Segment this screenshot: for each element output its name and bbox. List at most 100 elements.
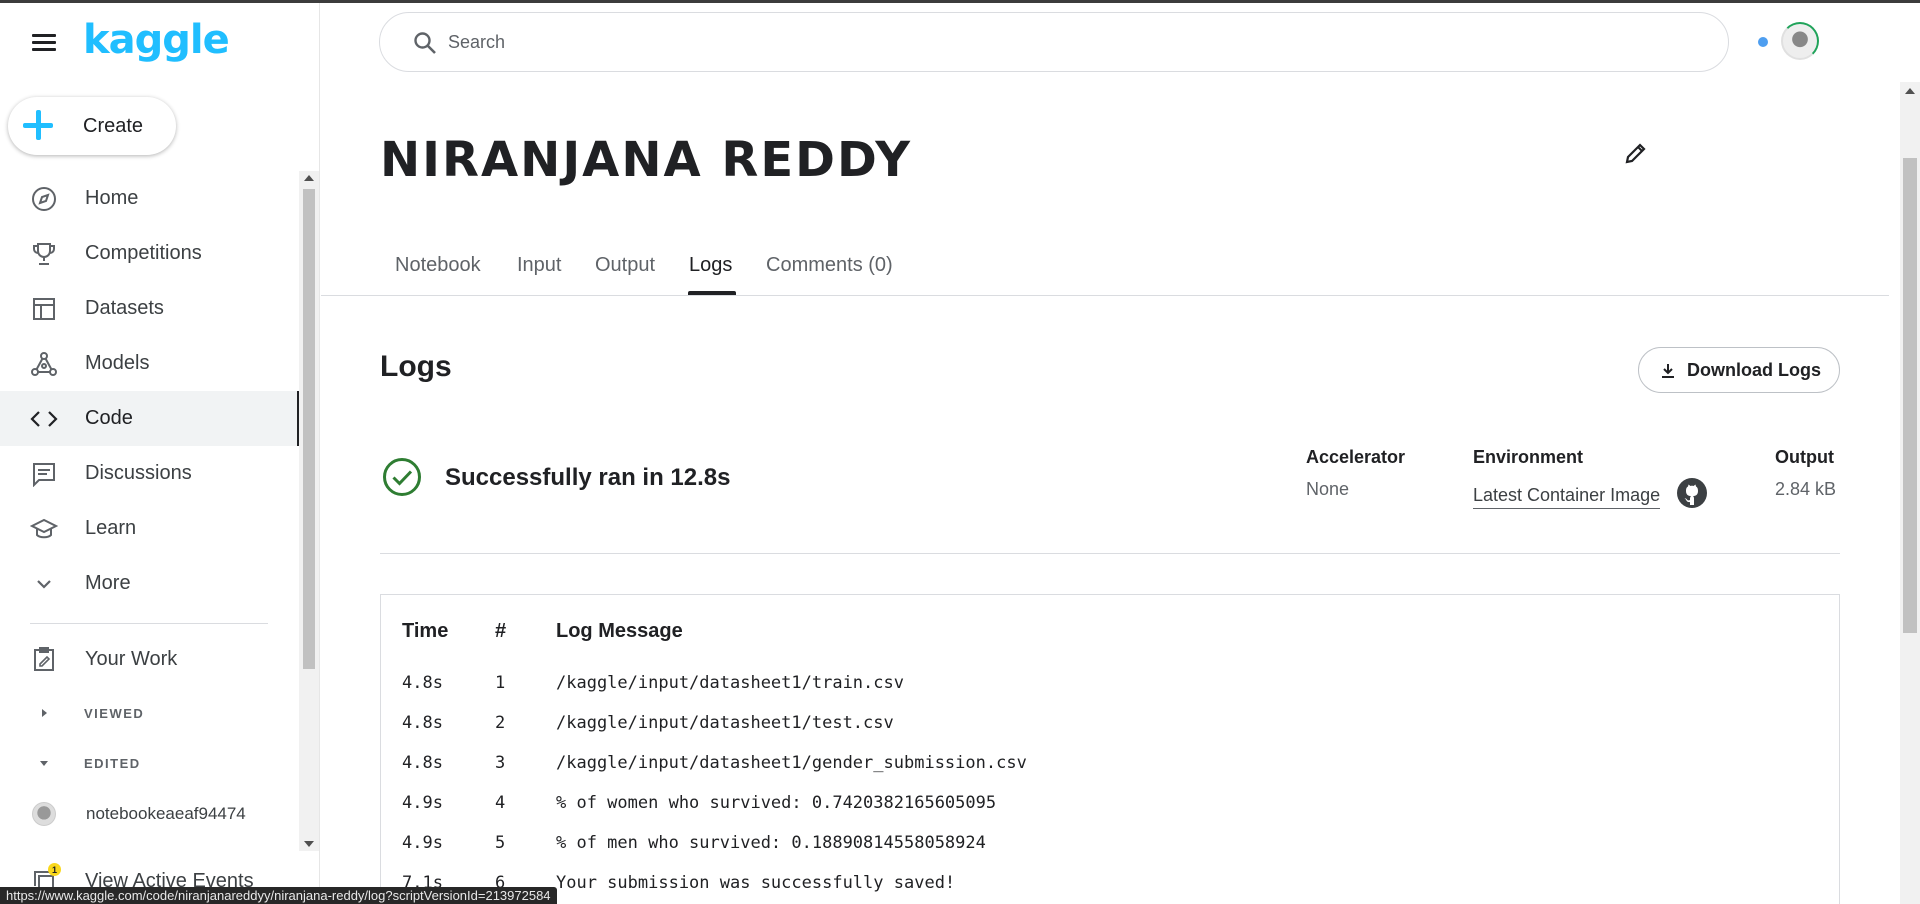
environment-link[interactable]: Latest Container Image — [1473, 485, 1661, 509]
sidebar-scrollbar[interactable] — [299, 171, 319, 851]
notification-dot — [1758, 37, 1768, 47]
table-row: 4.8s 3 /kaggle/input/datasheet1/gender_s… — [381, 753, 1839, 793]
log-time: 4.8s — [402, 673, 443, 693]
log-number: 3 — [495, 753, 506, 773]
tab-bar: Notebook Input Output Logs Comments (0) — [321, 248, 1889, 296]
log-number: 5 — [495, 833, 506, 853]
sidebar-section-edited[interactable]: EDITED — [0, 743, 300, 783]
sidebar-item-label: More — [85, 572, 131, 594]
scroll-down-arrow[interactable] — [304, 841, 314, 847]
sidebar-item-competitions[interactable]: Competitions — [0, 226, 300, 281]
sidebar-item-learn[interactable]: Learn — [0, 501, 300, 556]
sidebar: kaggle Create Home Competitions Datasets — [0, 3, 320, 904]
sidebar-section-viewed[interactable]: VIEWED — [0, 693, 300, 733]
column-header-number: # — [495, 620, 507, 642]
user-avatar[interactable] — [1781, 22, 1819, 60]
sidebar-edited-notebook[interactable]: notebookeaeaf94474 — [0, 794, 300, 834]
code-icon — [30, 405, 58, 433]
check-circle-icon — [382, 457, 422, 502]
table-row: 4.8s 1 /kaggle/input/datasheet1/train.cs… — [381, 673, 1839, 713]
table-row: 4.8s 2 /kaggle/input/datasheet1/test.csv — [381, 713, 1839, 753]
run-status: Successfully ran in 12.8s — [445, 464, 731, 491]
log-message: /kaggle/input/datasheet1/gender_submissi… — [556, 753, 1027, 773]
sidebar-item-models[interactable]: Models — [0, 336, 300, 391]
sidebar-item-label: Datasets — [85, 297, 164, 319]
caret-down-icon — [30, 749, 58, 777]
page-scrollbar[interactable] — [1900, 82, 1920, 904]
kaggle-logo[interactable]: kaggle — [83, 17, 230, 63]
log-number: 4 — [495, 793, 506, 813]
compass-icon — [30, 185, 58, 213]
clipboard-edit-icon — [30, 645, 58, 673]
create-label: Create — [83, 114, 144, 137]
events-badge: 1 — [48, 863, 61, 876]
scroll-thumb[interactable] — [1903, 158, 1917, 633]
sidebar-divider — [30, 623, 268, 624]
log-time: 4.8s — [402, 713, 443, 733]
menu-icon[interactable] — [32, 34, 56, 52]
sidebar-item-your-work[interactable]: Your Work — [0, 632, 300, 686]
edited-notebook-label: notebookeaeaf94474 — [86, 804, 246, 823]
table-row: 4.9s 4 % of women who survived: 0.742038… — [381, 793, 1839, 833]
environment-label: Environment — [1473, 447, 1584, 467]
scroll-thumb[interactable] — [303, 189, 315, 669]
table-row: 4.9s 5 % of men who survived: 0.18890814… — [381, 833, 1839, 873]
plus-icon — [8, 97, 66, 155]
github-icon[interactable] — [1676, 477, 1708, 514]
tab-input[interactable]: Input — [517, 254, 561, 277]
scroll-up-arrow[interactable] — [304, 175, 314, 181]
table-icon — [30, 295, 58, 323]
school-icon — [30, 515, 58, 543]
status-bar-url: https://www.kaggle.com/code/niranjanared… — [0, 887, 557, 904]
column-header-time: Time — [402, 620, 449, 642]
active-tab-indicator — [688, 291, 736, 295]
sidebar-item-code[interactable]: Code — [0, 391, 300, 446]
column-header-message: Log Message — [556, 620, 683, 642]
your-work-label: Your Work — [85, 647, 178, 670]
sidebar-item-home[interactable]: Home — [0, 171, 300, 226]
scroll-up-arrow[interactable] — [1905, 88, 1915, 94]
discussion-icon — [30, 460, 58, 488]
chevron-down-icon — [30, 570, 58, 598]
create-button[interactable]: Create — [8, 97, 176, 155]
table-row: 7.1s 6 Your submission was successfully … — [381, 873, 1839, 904]
page-title: NIRANJANA REDDY — [380, 132, 913, 188]
log-message: % of women who survived: 0.7420382165605… — [556, 793, 997, 813]
pencil-icon[interactable] — [1623, 140, 1649, 171]
search-bar[interactable] — [379, 12, 1729, 72]
sidebar-item-label: Competitions — [85, 242, 202, 264]
models-icon — [30, 350, 58, 378]
caret-right-icon — [30, 699, 58, 727]
sidebar-item-label: Home — [85, 187, 139, 209]
log-message: /kaggle/input/datasheet1/train.csv — [556, 673, 904, 693]
sidebar-item-label: Learn — [85, 517, 137, 539]
output-label: Output — [1775, 447, 1834, 467]
tab-notebook[interactable]: Notebook — [395, 254, 481, 277]
accelerator-value: None — [1306, 479, 1350, 499]
log-number: 2 — [495, 713, 506, 733]
logs-heading: Logs — [380, 350, 452, 383]
download-logs-button[interactable]: Download Logs — [1638, 347, 1840, 393]
tab-comments[interactable]: Comments (0) — [766, 254, 893, 277]
sidebar-item-discussions[interactable]: Discussions — [0, 446, 300, 501]
search-input[interactable] — [448, 27, 1648, 57]
tab-logs[interactable]: Logs — [689, 254, 732, 277]
sidebar-item-datasets[interactable]: Datasets — [0, 281, 300, 336]
sidebar-item-label: Models — [85, 352, 150, 374]
tab-output[interactable]: Output — [595, 254, 655, 277]
sidebar-item-label: Code — [85, 407, 133, 429]
download-icon — [1659, 362, 1677, 385]
download-logs-label: Download Logs — [1687, 359, 1821, 380]
section-divider — [380, 553, 1840, 554]
avatar — [30, 800, 58, 828]
sidebar-nav: Home Competitions Datasets Models Code D… — [0, 171, 300, 611]
sidebar-item-label: Discussions — [85, 462, 192, 484]
sidebar-item-more[interactable]: More — [0, 556, 300, 611]
search-icon — [412, 30, 438, 61]
log-number: 1 — [495, 673, 506, 693]
output-value: 2.84 kB — [1775, 479, 1837, 499]
trophy-icon — [30, 240, 58, 268]
log-table: Time # Log Message 4.8s 1 /kaggle/input/… — [380, 594, 1840, 904]
viewed-label: VIEWED — [84, 705, 145, 721]
edited-label: EDITED — [84, 755, 141, 771]
